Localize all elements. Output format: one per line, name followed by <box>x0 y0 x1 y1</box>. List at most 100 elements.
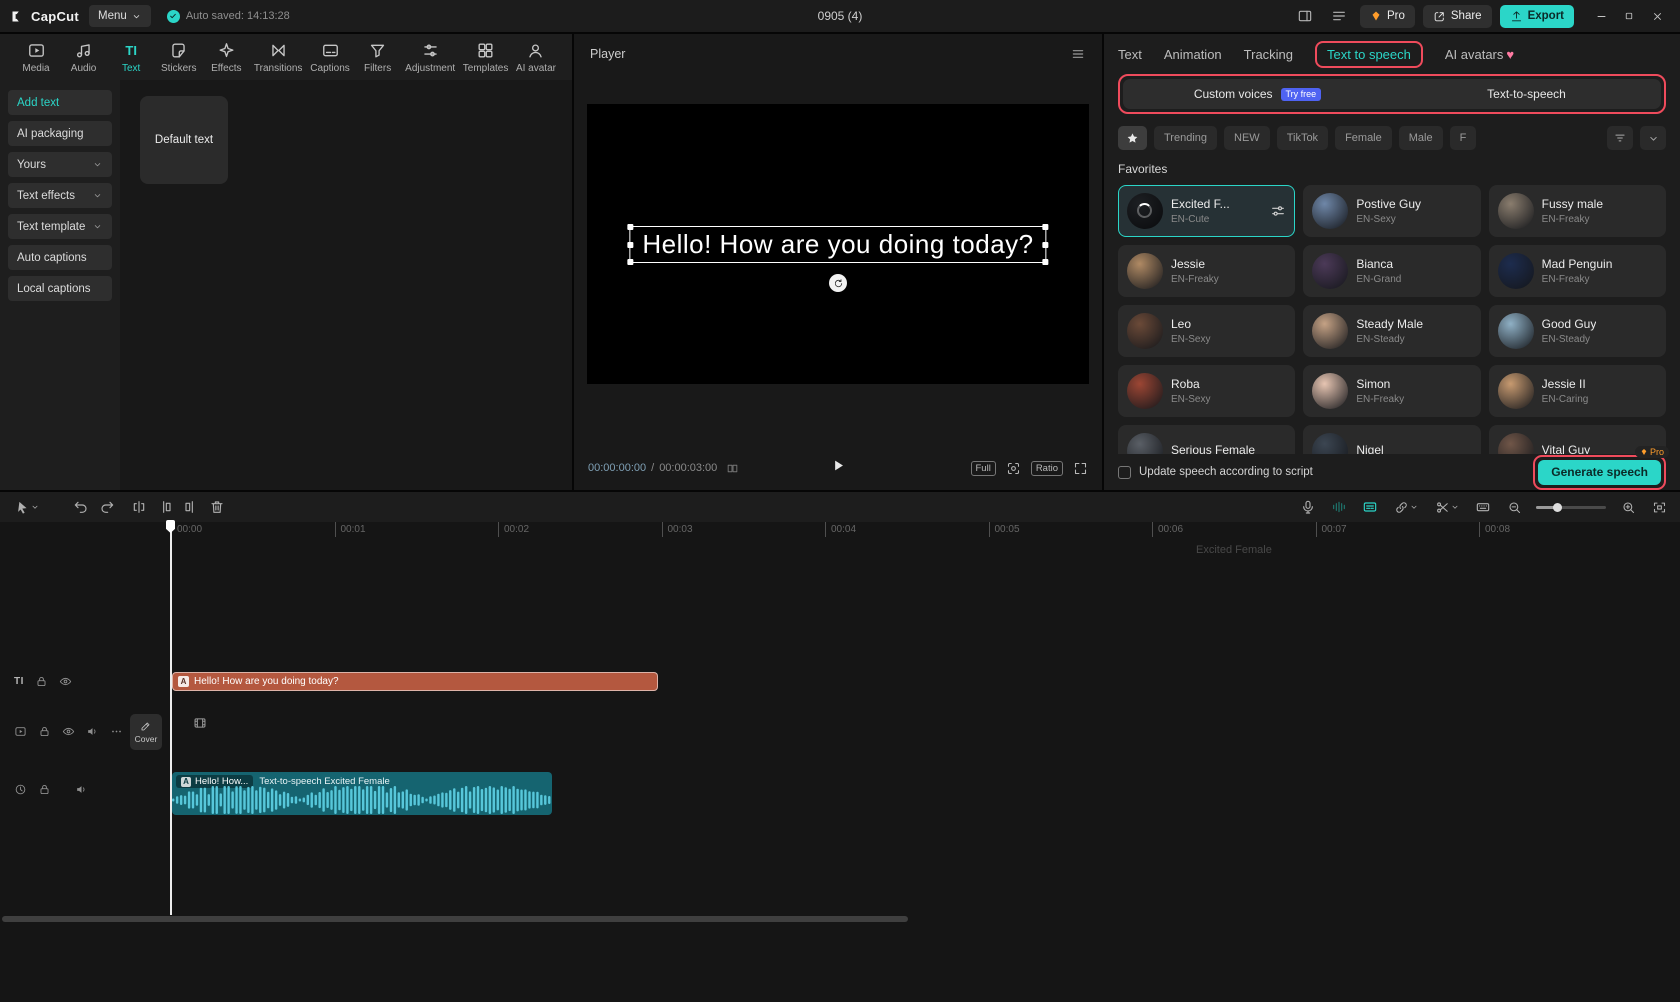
redo-button[interactable] <box>94 495 120 519</box>
mute-icon[interactable] <box>86 725 99 738</box>
voice-card[interactable]: Nigel <box>1303 425 1481 454</box>
playhead[interactable] <box>170 522 172 915</box>
text-to-speech-segment[interactable]: Text-to-speech <box>1392 79 1661 109</box>
rotate-handle[interactable] <box>829 274 847 292</box>
tab-text-to-speech[interactable]: Text to speech <box>1315 40 1423 68</box>
ratio-button[interactable]: Ratio <box>1030 460 1063 476</box>
shortcuts-button[interactable] <box>1470 495 1496 519</box>
voice-card[interactable]: Roba EN-Sexy <box>1118 365 1296 417</box>
minimize-button[interactable] <box>1588 4 1614 28</box>
record-voiceover-button[interactable] <box>1295 495 1321 519</box>
maximize-button[interactable] <box>1616 4 1642 28</box>
lock-icon[interactable] <box>38 783 51 796</box>
ribbon-item-media[interactable]: Media <box>16 41 56 74</box>
tab-tracking[interactable]: Tracking <box>1244 47 1293 62</box>
mute-icon[interactable] <box>75 783 88 796</box>
resize-handle[interactable] <box>627 224 634 230</box>
filter-chip[interactable]: Male <box>1398 126 1443 150</box>
menu-button[interactable]: Menu <box>89 5 151 27</box>
voice-card[interactable]: Jessie EN-Freaky <box>1118 245 1296 297</box>
timeline-ruler[interactable]: 00:00 00:01 00:02 00:03 00:04 00:05 00:06 00:07… <box>171 522 1680 540</box>
layout-toggle-button[interactable] <box>1292 4 1318 28</box>
sidebar-item-text-template[interactable]: Text template <box>8 214 112 239</box>
split-button[interactable] <box>126 495 152 519</box>
update-script-checkbox[interactable] <box>1118 465 1131 479</box>
player-menu-icon[interactable] <box>1070 46 1086 62</box>
full-preview-button[interactable]: Full <box>970 460 996 476</box>
zoom-in-button[interactable] <box>1615 495 1641 519</box>
eye-icon[interactable] <box>62 725 75 738</box>
filter-chip[interactable]: Trending <box>1154 126 1218 150</box>
default-text-card[interactable]: Default text <box>140 96 228 184</box>
export-button[interactable]: Export <box>1499 4 1574 28</box>
sidebar-item-ai-packaging[interactable]: AI packaging <box>8 121 112 146</box>
caption-view-toggle[interactable] <box>1357 495 1383 519</box>
fit-timeline-button[interactable] <box>1646 495 1672 519</box>
delete-left-button[interactable] <box>152 495 178 519</box>
ribbon-item-text[interactable]: TI Text <box>111 41 151 74</box>
voice-card[interactable]: Mad Penguin EN-Freaky <box>1488 245 1666 297</box>
custom-voices-segment[interactable]: Custom voices Try free <box>1123 79 1392 109</box>
timeline-zoom-slider[interactable] <box>1536 502 1606 512</box>
play-button[interactable] <box>830 457 847 479</box>
delete-right-button[interactable] <box>178 495 204 519</box>
ribbon-item-effects[interactable]: Effects <box>206 41 246 74</box>
sidebar-item-text-effects[interactable]: Text effects <box>8 183 112 208</box>
filter-chip[interactable]: TikTok <box>1276 126 1329 150</box>
voice-card[interactable]: Leo EN-Sexy <box>1118 305 1296 357</box>
fullscreen-icon[interactable] <box>1073 461 1088 476</box>
timeline-horizontal-scrollbar[interactable] <box>2 916 908 922</box>
zoom-out-button[interactable] <box>1501 495 1527 519</box>
link-clips-button[interactable] <box>1388 495 1424 519</box>
ribbon-item-ai-avatar[interactable]: AI avatar <box>516 41 556 74</box>
filter-chip[interactable]: F <box>1449 126 1477 150</box>
resize-handle[interactable] <box>627 259 634 265</box>
sidebar-item-local-captions[interactable]: Local captions <box>8 276 112 301</box>
ribbon-item-filters[interactable]: Filters <box>358 41 398 74</box>
lock-icon[interactable] <box>35 675 48 688</box>
video-clip-placeholder[interactable] <box>193 716 207 735</box>
voice-card[interactable]: Bianca EN-Grand <box>1303 245 1481 297</box>
lock-icon[interactable] <box>38 725 51 738</box>
eye-icon[interactable] <box>59 675 72 688</box>
share-button[interactable]: Share <box>1422 4 1492 28</box>
pro-button[interactable]: Pro <box>1359 4 1415 28</box>
voice-settings-icon[interactable] <box>1270 203 1286 219</box>
tab-ai-avatars[interactable]: AI avatars ♥ <box>1445 47 1514 62</box>
resize-handle[interactable] <box>1042 259 1049 265</box>
ribbon-item-adjustment[interactable]: Adjustment <box>405 41 455 74</box>
focus-icon[interactable] <box>1006 461 1021 476</box>
ribbon-item-stickers[interactable]: Stickers <box>159 41 199 74</box>
select-tool-button[interactable] <box>8 495 46 519</box>
voice-card[interactable]: Fussy male EN-Freaky <box>1488 185 1666 237</box>
ribbon-item-templates[interactable]: Templates <box>463 41 508 74</box>
video-preview[interactable]: Hello! How are you doing today? <box>587 104 1089 384</box>
voice-card[interactable]: Simon EN-Freaky <box>1303 365 1481 417</box>
edit-cover-button[interactable]: Cover <box>130 714 162 750</box>
list-view-button[interactable] <box>1326 4 1352 28</box>
tab-animation[interactable]: Animation <box>1164 47 1222 62</box>
resize-handle[interactable] <box>1042 241 1049 248</box>
ribbon-item-audio[interactable]: Audio <box>64 41 104 74</box>
tab-text[interactable]: Text <box>1118 47 1142 62</box>
text-clip[interactable]: A Hello! How are you doing today? <box>172 672 658 691</box>
voice-card[interactable]: Serious Female <box>1118 425 1296 454</box>
resize-handle[interactable] <box>627 241 634 248</box>
zoom-slider-knob[interactable] <box>1552 502 1562 512</box>
ribbon-item-transitions[interactable]: Transitions <box>254 41 302 74</box>
favorites-filter-chip[interactable] <box>1118 126 1147 150</box>
sidebar-item-yours[interactable]: Yours <box>8 152 112 177</box>
sidebar-item-add-text[interactable]: Add text <box>8 90 112 115</box>
audio-waveform-toggle[interactable] <box>1326 495 1352 519</box>
delete-button[interactable] <box>204 495 230 519</box>
ribbon-item-captions[interactable]: Captions <box>310 41 350 74</box>
audio-clip[interactable]: A Hello! How... Text-to-speech Excited F… <box>172 772 552 815</box>
voice-card[interactable]: Postive Guy EN-Sexy <box>1303 185 1481 237</box>
generate-speech-button[interactable]: Generate speech <box>1538 459 1661 485</box>
resize-handle[interactable] <box>1042 224 1049 230</box>
sidebar-item-auto-captions[interactable]: Auto captions <box>8 245 112 270</box>
selected-text-overlay[interactable]: Hello! How are you doing today? <box>627 224 1049 265</box>
sort-filter-button[interactable] <box>1607 126 1633 150</box>
frame-view-icon[interactable] <box>726 462 739 475</box>
voice-card[interactable]: Steady Male EN-Steady <box>1303 305 1481 357</box>
